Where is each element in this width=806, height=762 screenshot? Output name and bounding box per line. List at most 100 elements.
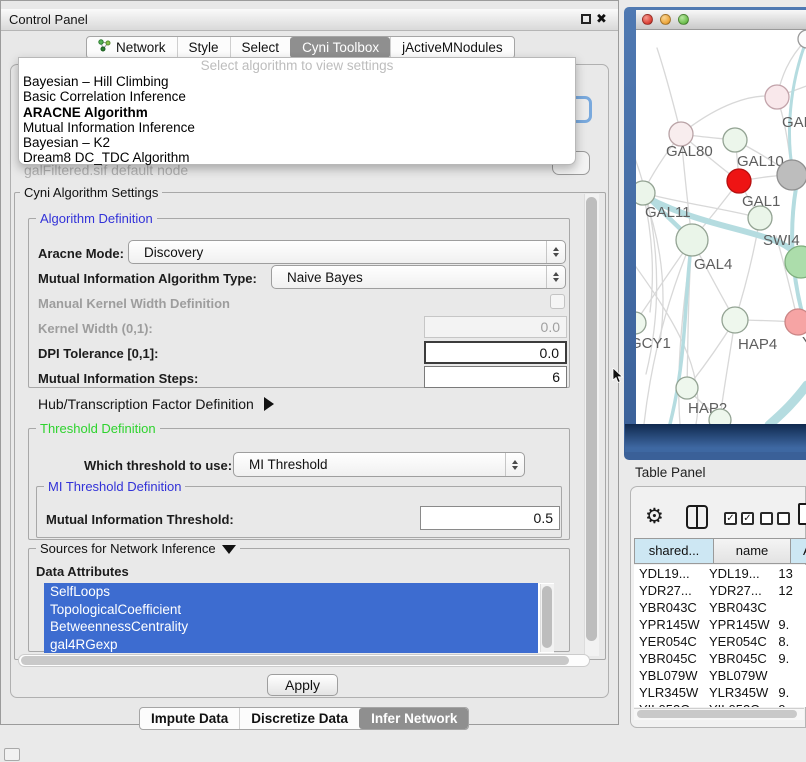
unchecked-checkbox-icon[interactable]	[777, 512, 790, 525]
dropdown-item[interactable]: Basic Correlation Inference	[19, 89, 575, 104]
attributes-scrollbar-thumb[interactable]	[542, 586, 552, 648]
aracne-mode-select[interactable]: Discovery	[128, 240, 566, 264]
table-cell: 9.	[770, 684, 806, 701]
table-row[interactable]: YDR27...YDR27...12	[634, 582, 806, 599]
table-hscrollbar-thumb[interactable]	[637, 710, 797, 718]
table-row[interactable]: YBL079WYBL079W	[634, 667, 806, 684]
attribute-item-selected[interactable]: BetweennessCentrality	[44, 618, 538, 636]
network-node[interactable]	[777, 160, 806, 190]
network-canvas[interactable]: GALGAL80GAL10GAL1GAL11SWI4GAL4GCY1HAP4YH…	[636, 30, 806, 424]
checked-checkbox-icon[interactable]: ✓	[741, 512, 754, 525]
table-row[interactable]: YIL052CYIL052C9	[634, 701, 806, 707]
mi-type-select[interactable]: Naive Bayes	[271, 265, 566, 289]
tab-network[interactable]: Network	[87, 37, 177, 58]
algorithm-definition-title: Algorithm Definition	[36, 211, 157, 226]
which-threshold-select[interactable]: MI Threshold	[233, 452, 525, 477]
data-attributes-label: Data Attributes	[36, 564, 129, 579]
minimized-panel-icon[interactable]	[4, 748, 20, 761]
network-node[interactable]	[676, 224, 708, 256]
mi-threshold-value: 0.5	[534, 510, 553, 526]
tab-infer-network[interactable]: Infer Network	[359, 708, 468, 729]
network-node[interactable]	[785, 309, 806, 335]
hub-definition-expander[interactable]: Hub/Transcription Factor Definition	[38, 396, 274, 412]
algorithm-dropdown-list: Select algorithm to view settings Bayesi…	[18, 57, 576, 165]
manual-kernel-checkbox[interactable]	[550, 294, 565, 309]
tab-label: jActiveMNodules	[402, 37, 503, 58]
tab-select[interactable]: Select	[230, 37, 291, 58]
network-node[interactable]	[722, 307, 748, 333]
tab-label: Discretize Data	[251, 708, 348, 729]
network-node[interactable]	[676, 377, 698, 399]
table-row[interactable]: YPR145WYPR145W9.	[634, 616, 806, 633]
gear-icon[interactable]: ⚙	[645, 504, 664, 530]
dropdown-item[interactable]: Dream8 DC_TDC Algorithm	[19, 150, 575, 165]
mi-threshold-title: MI Threshold Definition	[44, 479, 185, 494]
tab-style[interactable]: Style	[177, 37, 230, 58]
apply-button[interactable]: Apply	[267, 674, 338, 696]
network-window-titlebar[interactable]	[636, 10, 806, 30]
attribute-item-selected[interactable]: SelfLoops	[44, 583, 538, 601]
mi-type-value: Naive Bayes	[287, 270, 363, 285]
table-cell: YBL079W	[634, 667, 703, 684]
table-cell: YLR345W	[634, 684, 703, 701]
manual-kernel-label: Manual Kernel Width Definition	[38, 296, 230, 311]
document-icon[interactable]	[798, 503, 806, 525]
dropdown-item[interactable]: Mutual Information Inference	[19, 120, 575, 135]
dpi-tolerance-field[interactable]: 0.0	[424, 341, 567, 364]
table-row[interactable]: YBR045CYBR045C9.	[634, 650, 806, 667]
network-node[interactable]	[748, 206, 772, 230]
split-columns-icon[interactable]	[686, 505, 708, 529]
tab-jactivemnodules[interactable]: jActiveMNodules	[390, 37, 514, 58]
table-cell: YPR145W	[634, 616, 703, 633]
dpi-tolerance-label: DPI Tolerance [0,1]:	[38, 346, 158, 361]
aracne-mode-value: Discovery	[144, 245, 203, 260]
kernel-width-field[interactable]: 0.0	[424, 316, 567, 338]
table-header-name[interactable]: name	[713, 538, 791, 564]
network-node[interactable]	[636, 181, 655, 205]
tab-cyni-toolbox[interactable]: Cyni Toolbox	[290, 37, 390, 58]
network-node-label: GAL	[782, 114, 806, 131]
sources-title[interactable]: Sources for Network Inference	[36, 541, 240, 556]
network-node-label: GAL4	[694, 256, 732, 273]
table-row[interactable]: YLR345WYLR345W9.	[634, 684, 806, 701]
table-cell: 9.	[770, 650, 806, 667]
dropdown-item[interactable]: Bayesian – K2	[19, 135, 575, 150]
mi-threshold-field[interactable]: 0.5	[420, 506, 560, 530]
table-header-shared[interactable]: shared...	[634, 538, 714, 564]
mi-steps-value: 6	[552, 369, 560, 385]
tab-impute-data[interactable]: Impute Data	[140, 708, 239, 729]
network-node[interactable]	[636, 312, 646, 334]
table-row[interactable]: YBR043CYBR043C	[634, 599, 806, 616]
table-cell: 9	[770, 701, 806, 707]
minimize-traffic-light-icon[interactable]	[660, 14, 671, 25]
mi-steps-field[interactable]: 6	[424, 366, 567, 388]
tab-discretize-data[interactable]: Discretize Data	[239, 708, 359, 729]
threshold-definition-title: Threshold Definition	[36, 421, 160, 436]
table-header-partial[interactable]: A	[790, 538, 806, 564]
settings-scrollbar-thumb[interactable]	[586, 197, 597, 641]
attribute-item-selected[interactable]: gal4RGexp	[44, 636, 538, 654]
attribute-item-selected[interactable]: TopologicalCoefficient	[44, 601, 538, 619]
network-node-label: Y	[802, 334, 806, 351]
table-cell: YER054C	[634, 633, 703, 650]
table-row[interactable]: YER054CYER054C8.	[634, 633, 806, 650]
table-cell: 9.	[770, 616, 806, 633]
network-node[interactable]	[723, 128, 747, 152]
dropdown-item[interactable]: Bayesian – Hill Climbing	[19, 74, 575, 89]
network-node[interactable]	[798, 30, 806, 48]
settings-hscrollbar-thumb[interactable]	[21, 656, 569, 665]
close-traffic-light-icon[interactable]	[642, 14, 653, 25]
stepper-icon	[505, 453, 524, 476]
checked-checkbox-icon[interactable]: ✓	[724, 512, 737, 525]
tab-label: Style	[189, 37, 219, 58]
network-node[interactable]	[765, 85, 789, 109]
close-icon[interactable]: ✖	[596, 10, 607, 28]
table-row[interactable]: YDL19...YDL19...13	[634, 565, 806, 582]
unchecked-checkbox-icon[interactable]	[760, 512, 773, 525]
float-window-icon[interactable]	[581, 14, 591, 24]
network-node[interactable]	[727, 169, 751, 193]
dropdown-item-selected[interactable]: ARACNE Algorithm	[19, 105, 575, 120]
network-node-label: GAL80	[666, 143, 713, 160]
zoom-traffic-light-icon[interactable]	[678, 14, 689, 25]
network-edge	[769, 385, 806, 424]
